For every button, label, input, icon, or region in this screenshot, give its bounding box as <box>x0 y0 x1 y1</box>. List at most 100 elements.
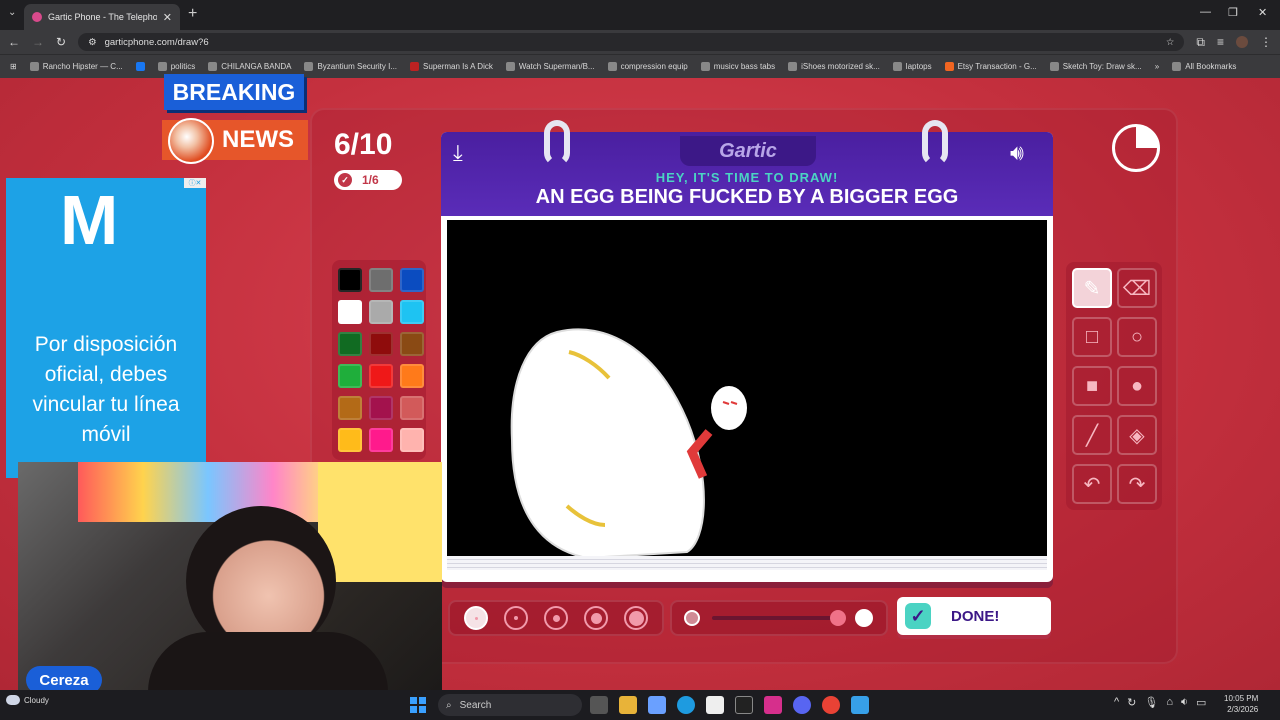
bookmark-item[interactable]: laptops <box>892 62 932 71</box>
amazon-icon[interactable] <box>706 696 724 714</box>
battery-icon[interactable]: ▭ <box>1196 696 1206 709</box>
circle-fill-icon[interactable]: ● <box>1117 366 1157 406</box>
color-swatch[interactable] <box>369 428 393 452</box>
tray-chevron-icon[interactable]: ^ <box>1114 696 1119 709</box>
circle-outline-icon[interactable]: ○ <box>1117 317 1157 357</box>
color-swatch[interactable] <box>369 268 393 292</box>
x-icon[interactable] <box>735 696 753 714</box>
search-placeholder: Search <box>459 699 492 711</box>
brush-size-5[interactable] <box>624 606 648 630</box>
players-done-count: 1/6 <box>362 173 379 187</box>
bookmark-item[interactable]: Superman Is A Dick <box>410 62 493 71</box>
file-explorer-icon[interactable] <box>619 696 637 714</box>
bookmark-item[interactable]: iShoes motorized sk... <box>788 62 880 71</box>
discord-icon[interactable] <box>793 696 811 714</box>
forward-icon[interactable]: → <box>32 35 44 49</box>
color-swatch[interactable] <box>338 300 362 324</box>
brush-size-4[interactable] <box>584 606 608 630</box>
chrome-icon[interactable] <box>822 696 840 714</box>
line-icon[interactable]: ╱ <box>1072 415 1112 455</box>
color-swatch[interactable] <box>338 332 362 356</box>
redo-icon[interactable]: ↷ <box>1117 464 1157 504</box>
color-swatch[interactable] <box>400 428 424 452</box>
back-icon[interactable]: ← <box>8 35 20 49</box>
color-swatch[interactable] <box>338 396 362 420</box>
color-swatch[interactable] <box>369 300 393 324</box>
eraser-icon[interactable]: ⌫ <box>1117 268 1157 308</box>
bookmark-item[interactable]: politics <box>157 62 195 71</box>
undo-icon[interactable]: ↶ <box>1072 464 1112 504</box>
color-swatch[interactable] <box>400 364 424 388</box>
color-swatch[interactable] <box>400 268 424 292</box>
color-swatch[interactable] <box>400 396 424 420</box>
profile-avatar[interactable] <box>1236 36 1248 48</box>
clock-date: 2/3/2026 <box>1227 705 1259 714</box>
bookmark-item[interactable]: CHILANGA BANDA <box>208 62 291 71</box>
brush-size-1[interactable] <box>464 606 488 630</box>
sound-icon[interactable]: 🔊︎ <box>1010 140 1024 166</box>
edge-icon[interactable] <box>677 696 695 714</box>
opacity-slider-handle[interactable] <box>830 610 846 626</box>
color-swatch[interactable] <box>338 364 362 388</box>
apps-icon[interactable]: ⊞ <box>10 62 17 71</box>
download-icon[interactable]: ⤓ <box>453 140 463 166</box>
reload-icon[interactable]: ↻ <box>56 35 66 49</box>
done-button[interactable]: ✓ DONE! <box>897 597 1051 635</box>
menu-icon[interactable]: ⋮ <box>1260 35 1272 49</box>
sync-icon[interactable]: ↻ <box>1127 696 1136 709</box>
color-swatch[interactable] <box>369 332 393 356</box>
browser-nav-bar: ← → ↻ ⚙ garticphone.com/draw?6 ☆ ⧉ ≡ ⋮ <box>0 30 1280 54</box>
opacity-slider[interactable] <box>712 616 834 620</box>
volume-icon[interactable]: 🔉︎ <box>1181 696 1188 709</box>
address-bar[interactable]: ⚙ garticphone.com/draw?6 ☆ <box>78 33 1185 51</box>
bookmark-item[interactable]: Etsy Transaction - G... <box>944 62 1037 71</box>
media-icon[interactable]: ≡ <box>1217 35 1224 49</box>
drawing-canvas[interactable] <box>447 220 1047 560</box>
rect-outline-icon[interactable]: □ <box>1072 317 1112 357</box>
task-view-icon[interactable] <box>590 696 608 714</box>
color-swatch[interactable] <box>338 268 362 292</box>
close-window-button[interactable]: ✕ <box>1258 6 1267 19</box>
bookmark-item[interactable]: Sketch Toy: Draw sk... <box>1049 62 1142 71</box>
new-tab-button[interactable]: + <box>188 5 197 23</box>
weather-widget[interactable]: Cloudy <box>6 695 49 705</box>
bookmark-star-icon[interactable]: ☆ <box>1166 37 1175 48</box>
color-swatch[interactable] <box>400 332 424 356</box>
windows-start-icon[interactable] <box>410 697 426 713</box>
bookmark-item[interactable]: Rancho Hipster — C... <box>29 62 123 71</box>
tab-search-icon[interactable]: ⌄ <box>8 7 16 18</box>
site-info-icon[interactable]: ⚙ <box>88 37 97 48</box>
tab-close-icon[interactable]: ✕ <box>163 11 172 24</box>
ad-info-icon[interactable]: ⓘ✕ <box>184 178 206 188</box>
more-bookmarks-icon[interactable]: » <box>1155 62 1159 71</box>
color-swatch[interactable] <box>400 300 424 324</box>
bookmark-item[interactable]: compression equip <box>607 62 688 71</box>
extensions-icon[interactable]: ⧉ <box>1196 35 1205 50</box>
bucket-icon[interactable]: ◈ <box>1117 415 1157 455</box>
bookmark-item[interactable]: Byzantium Security I... <box>304 62 397 71</box>
browser-tab[interactable]: Gartic Phone - The Telephone G ✕ <box>24 4 180 30</box>
brush-size-2[interactable] <box>504 606 528 630</box>
notepad-icon[interactable] <box>851 696 869 714</box>
all-bookmarks[interactable]: All Bookmarks <box>1172 62 1236 71</box>
network-icon[interactable]: ⌂ <box>1166 696 1173 709</box>
rect-fill-icon[interactable]: ■ <box>1072 366 1112 406</box>
microphone-icon[interactable]: 🎙︎ <box>1144 696 1158 709</box>
bookmark-item[interactable]: Watch Superman/B... <box>505 62 595 71</box>
color-swatch[interactable] <box>369 364 393 388</box>
minimize-button[interactable]: — <box>1200 6 1211 18</box>
color-swatch[interactable] <box>369 396 393 420</box>
taskbar-search[interactable]: ⌕ Search <box>438 694 582 716</box>
binder-ring-left <box>544 120 570 166</box>
pencil-icon[interactable]: ✎ <box>1072 268 1112 308</box>
bookmark-item[interactable]: musicv bass tabs <box>700 62 775 71</box>
taskbar-clock[interactable]: 10:05 PM 2/3/2026 <box>1224 693 1258 715</box>
restore-button[interactable]: ❐ <box>1228 6 1238 19</box>
user-drawing <box>510 328 747 560</box>
brush-size-3[interactable] <box>544 606 568 630</box>
instagram-icon[interactable] <box>764 696 782 714</box>
color-swatch[interactable] <box>338 428 362 452</box>
copilot-icon[interactable] <box>648 696 666 714</box>
wall-poster <box>318 462 442 582</box>
bookmark-item[interactable] <box>135 62 145 71</box>
